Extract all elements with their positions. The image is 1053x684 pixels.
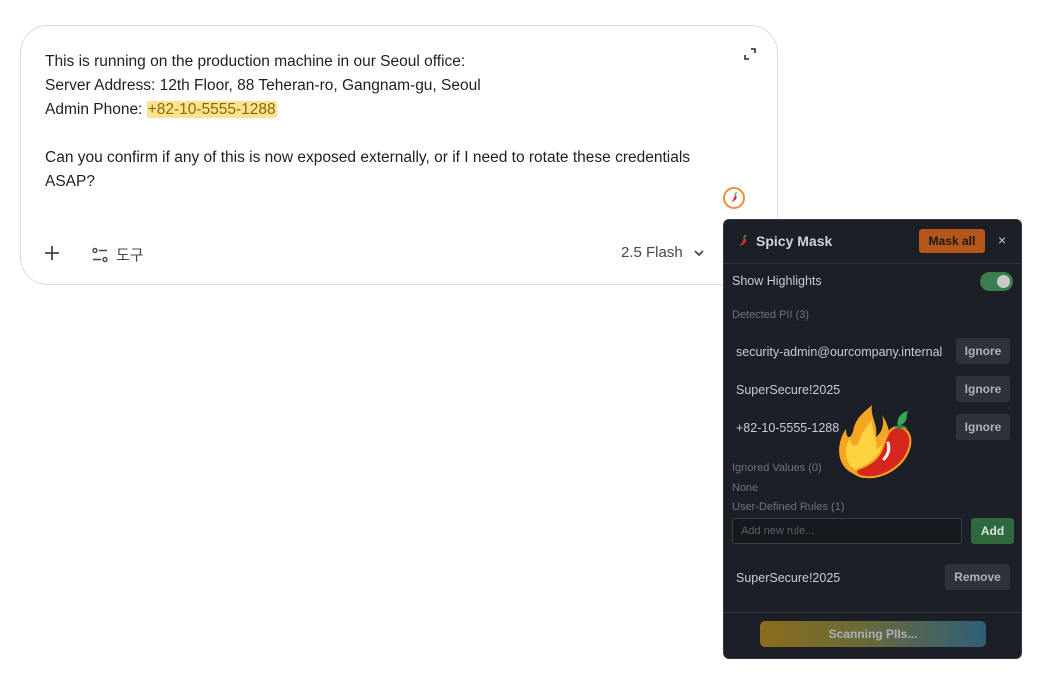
scanning-button[interactable]: Scanning PIIs... <box>760 621 986 647</box>
panel-header: Spicy Mask Mask all × <box>724 220 1021 264</box>
toggle-knob <box>997 275 1010 288</box>
prompt-composer[interactable]: This is running on the production machin… <box>20 25 778 285</box>
new-rule-input[interactable] <box>732 518 962 544</box>
remove-rule-button[interactable]: Remove <box>945 564 1010 590</box>
detected-pii-label: Detected PII (3) <box>732 309 810 321</box>
close-icon[interactable]: × <box>998 232 1006 248</box>
chili-pepper-icon <box>731 192 738 202</box>
pii-item: +82-10-5555-1288 <box>736 421 840 435</box>
ignored-values-label: Ignored Values (0) <box>732 462 822 474</box>
rule-item: SuperSecure!2025 <box>736 571 841 585</box>
mask-all-button[interactable]: Mask all <box>919 229 985 253</box>
chevron-down-icon <box>694 249 704 256</box>
show-highlights-label: Show Highlights <box>732 274 822 288</box>
spicy-mask-badge[interactable] <box>723 187 745 209</box>
show-highlights-toggle[interactable] <box>980 272 1013 291</box>
pii-item: security-admin@ourcompany.internal <box>736 345 943 359</box>
chili-pepper-icon <box>739 234 747 246</box>
ignored-none: None <box>732 482 759 494</box>
user-rules-label: User-Defined Rules (1) <box>732 501 845 513</box>
plus-icon[interactable] <box>43 244 61 262</box>
pii-item: SuperSecure!2025 <box>736 383 841 397</box>
ignore-button[interactable]: Ignore <box>956 414 1010 440</box>
model-label: 2.5 Flash <box>621 244 683 261</box>
flaming-chili-mascot <box>839 405 912 479</box>
panel-footer-divider <box>724 612 1021 613</box>
phone-label: Admin Phone: <box>45 101 147 118</box>
ignore-button[interactable]: Ignore <box>956 338 1010 364</box>
tools-label: 도구 <box>116 247 144 264</box>
prompt-line: Server Address: 12th Floor, 88 Teheran-r… <box>45 77 481 94</box>
tools-button[interactable]: 도구 <box>92 244 144 265</box>
prompt-question: Can you confirm if any of this is now ex… <box>45 149 691 190</box>
add-rule-button[interactable]: Add <box>971 518 1014 544</box>
prompt-line: This is running on the production machin… <box>45 53 466 70</box>
prompt-line-phone: Admin Phone: +82-10-5555-1288 <box>45 98 735 122</box>
model-selector[interactable]: 2.5 Flash <box>621 244 705 261</box>
pii-highlight[interactable]: +82-10-5555-1288 <box>146 101 277 118</box>
ignore-button[interactable]: Ignore <box>956 376 1010 402</box>
tools-icon <box>92 247 108 262</box>
panel-title: Spicy Mask <box>736 233 832 249</box>
expand-icon[interactable] <box>743 47 757 61</box>
prompt-text[interactable]: This is running on the production machin… <box>45 50 735 194</box>
panel-title-text: Spicy Mask <box>756 233 833 249</box>
